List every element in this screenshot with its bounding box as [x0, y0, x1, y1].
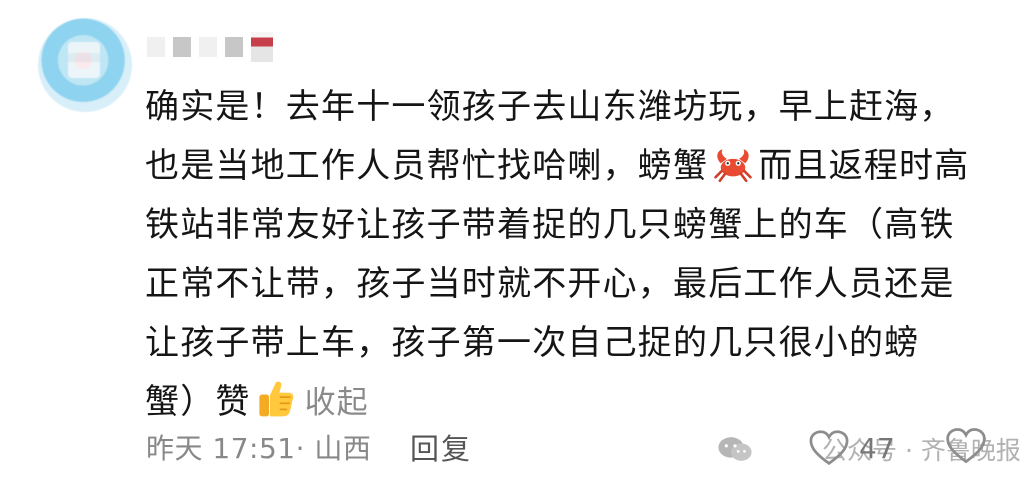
wechat-icon	[718, 437, 752, 461]
blurred-username-segment	[147, 37, 165, 57]
comment-line-3: 铁站非常友好让孩子带着捉的几只螃蟹上的车（高铁	[145, 205, 955, 245]
reply-button[interactable]: 回复	[410, 425, 472, 469]
blurred-username-segment	[173, 37, 191, 57]
heart-icon	[809, 430, 849, 466]
blurred-username-segment	[225, 37, 243, 57]
comment-line-2-text: 也是当地工作人员帮忙找哈喇，螃蟹	[145, 146, 709, 186]
blurred-badge	[251, 32, 273, 62]
comment-line-6: 蟹）赞 收起	[145, 373, 985, 432]
like-button[interactable]: 47	[807, 425, 895, 471]
like-count: 47	[859, 431, 895, 465]
blurred-username[interactable]	[147, 28, 287, 66]
comment-line-1: 确实是！去年十一领孩子去山东潍坊玩，早上赶海，	[145, 87, 955, 127]
comment-line-4: 正常不让带，孩子当时就不开心，最后工作人员还是	[145, 264, 955, 304]
comment-line-2: 也是当地工作人员帮忙找哈喇，螃蟹 而且返程时高	[145, 137, 985, 196]
avatar[interactable]	[38, 18, 132, 112]
heart-outline-icon[interactable]	[944, 425, 988, 467]
blurred-username-segment	[199, 37, 217, 57]
collapse-button[interactable]: 收起	[305, 385, 369, 421]
comment-meta: 昨天 17:51· 山西	[146, 432, 372, 465]
comment-line-6-text: 蟹）赞	[145, 382, 251, 422]
comment-line-5: 让孩子带上车，孩子第一次自己捉的几只很小的螃	[145, 323, 920, 363]
crab-emoji-icon	[714, 149, 753, 183]
thumbs-up-emoji-icon	[258, 381, 293, 417]
comment-body: 确实是！去年十一领孩子去山东潍坊玩，早上赶海， 也是当地工作人员帮忙找哈喇，螃蟹…	[145, 78, 985, 432]
comment-line-2-continuation: 而且返程时高	[758, 146, 970, 186]
